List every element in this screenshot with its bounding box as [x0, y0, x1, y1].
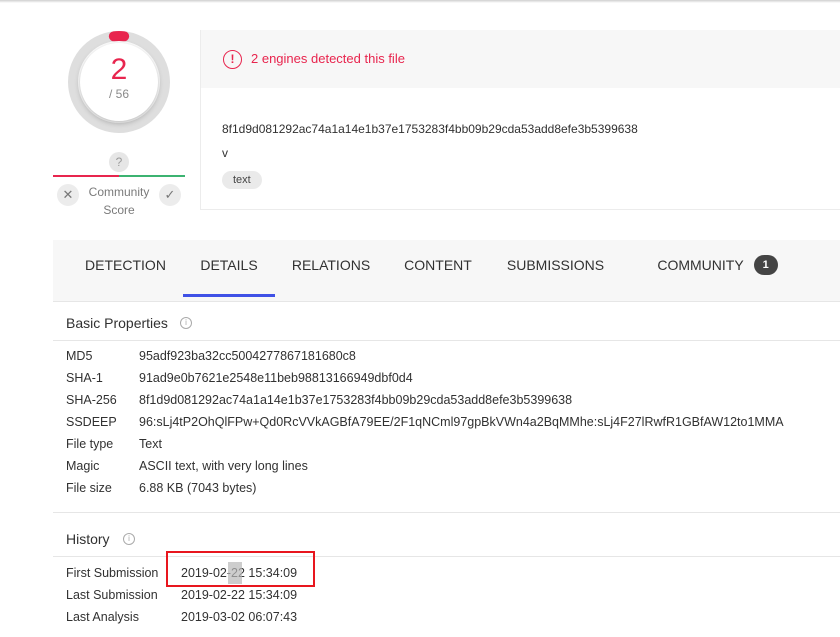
tab-community[interactable]: COMMUNITY 1 [650, 240, 785, 297]
basic-properties-section: Basic Properties i MD5 95adf923ba32cc500… [53, 303, 840, 513]
property-value: 91ad9e0b7621e2548e11beb98813166949dbf0d4 [139, 371, 413, 385]
property-key: Magic [66, 459, 100, 473]
detection-count: 2 [110, 53, 128, 86]
basic-properties-header: Basic Properties i [53, 303, 840, 341]
history-key: Last Analysis [66, 610, 139, 624]
community-score-label: Community Score [88, 185, 150, 217]
history-key: Last Submission [66, 588, 158, 602]
property-key: SSDEEP [66, 415, 117, 429]
history-key: First Submission [66, 566, 159, 580]
alert-text: 2 engines detected this file [251, 51, 405, 66]
tab-relations[interactable]: RELATIONS [283, 240, 379, 297]
property-key: MD5 [66, 349, 93, 363]
tab-details[interactable]: DETAILS [183, 240, 275, 297]
detection-alert: ! 2 engines detected this file [201, 30, 840, 88]
info-icon[interactable]: i [180, 317, 192, 329]
property-value: 8f1d9d081292ac74a1a14e1b37e1753283f4bb09… [139, 393, 573, 407]
file-name: v [222, 146, 228, 160]
community-negative-bar [53, 175, 119, 177]
vote-malicious-button[interactable]: ✕ [57, 184, 79, 206]
engine-total: / 56 [108, 87, 129, 101]
file-tag[interactable]: text [222, 171, 262, 189]
community-positive-bar [119, 175, 185, 177]
detection-score-gauge: 2 / 56 [67, 30, 171, 134]
property-value: Text [139, 437, 162, 451]
property-value: 95adf923ba32cc5004277867181680c8 [139, 349, 356, 363]
property-key: File type [66, 437, 114, 451]
tab-detection[interactable]: DETECTION [73, 240, 178, 297]
basic-properties-title: Basic Properties [66, 315, 168, 331]
property-value: 6.88 KB (7043 bytes) [139, 481, 257, 495]
file-hash: 8f1d9d081292ac74a1a14e1b37e1753283f4bb09… [222, 122, 638, 136]
report-tabs: DETECTION DETAILS RELATIONS CONTENT SUBM… [53, 240, 840, 302]
property-value: ASCII text, with very long lines [139, 459, 308, 473]
annotation-highlight-box [166, 551, 315, 587]
alert-circle-icon: ! [223, 50, 242, 69]
tab-submissions[interactable]: SUBMISSIONS [498, 240, 613, 297]
tab-community-label: COMMUNITY [657, 257, 744, 273]
vote-harmless-button[interactable]: ✓ [159, 184, 181, 206]
history-title: History [66, 531, 110, 547]
info-icon[interactable]: i [123, 533, 135, 545]
top-shadow-line [0, 0, 840, 3]
property-key: SHA-1 [66, 371, 103, 385]
history-value: 2019-02-22 15:34:09 [181, 588, 298, 602]
property-key: File size [66, 481, 112, 495]
tab-content[interactable]: CONTENT [393, 240, 483, 297]
property-key: SHA-256 [66, 393, 117, 407]
community-count-badge: 1 [753, 255, 778, 276]
gauge-center: 2 / 56 [80, 43, 158, 121]
property-value: 96:sLj4tP2OhQlFPw+Qd0RcVVkAGBfA79EE/2F1q… [139, 415, 784, 429]
community-question-icon: ? [109, 152, 129, 172]
file-header-panel: ! 2 engines detected this file 8f1d9d081… [200, 30, 840, 210]
history-value: 2019-03-02 06:07:43 [181, 610, 298, 624]
